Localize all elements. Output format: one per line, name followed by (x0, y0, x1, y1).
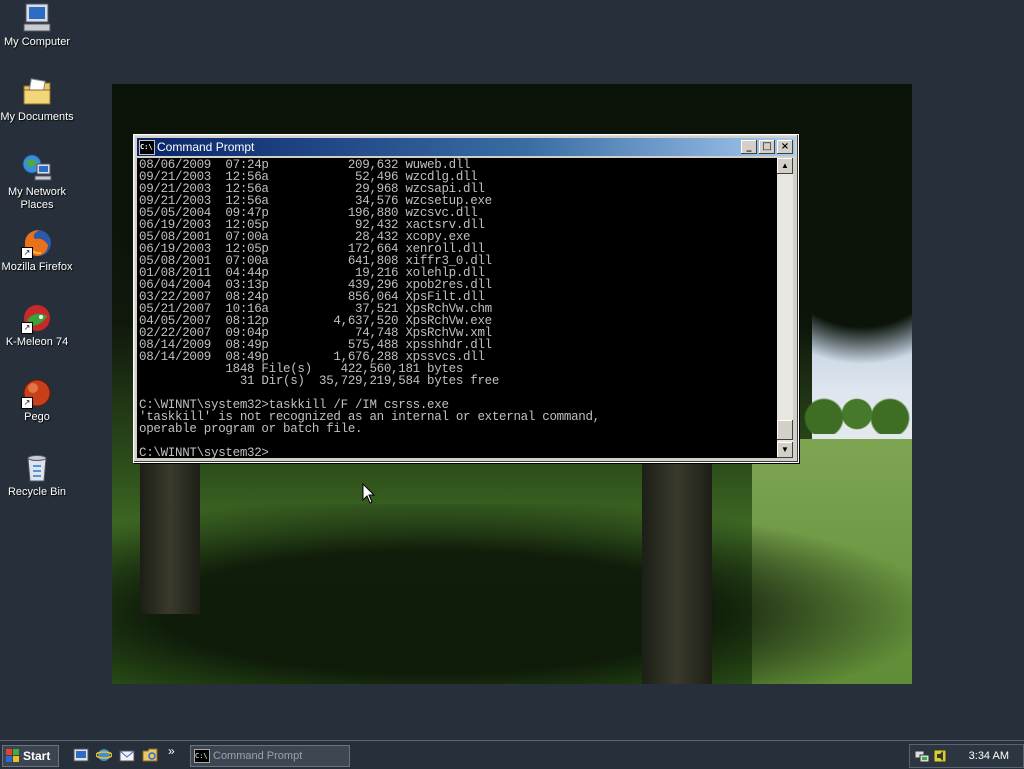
desktop-icon-network-places[interactable]: My Network Places (0, 152, 74, 212)
quick-launch-chevron-icon[interactable]: » (168, 744, 175, 758)
mouse-cursor-icon (362, 483, 376, 504)
window-titlebar[interactable]: C:\ Command Prompt _ □ × (137, 138, 795, 156)
command-prompt-window[interactable]: C:\ Command Prompt _ □ × 08/06/2009 07:2… (133, 134, 799, 463)
explorer-icon[interactable] (142, 747, 158, 763)
desktop-icon-firefox[interactable]: ↗ Mozilla Firefox (0, 227, 74, 274)
cmd-icon: C:\ (194, 749, 210, 763)
my-documents-icon (21, 77, 53, 109)
volume-tray-icon[interactable] (932, 748, 948, 764)
desktop-icon-pego[interactable]: ↗ Pego (0, 377, 74, 424)
shortcut-arrow-icon: ↗ (21, 397, 33, 409)
shortcut-arrow-icon: ↗ (21, 322, 33, 334)
console-text: 08/06/2009 07:24p 209,632 wuweb.dll 09/2… (139, 158, 600, 458)
ie-icon[interactable] (96, 747, 112, 763)
pego-icon: ↗ (21, 377, 53, 409)
cmd-icon[interactable]: C:\ (139, 140, 155, 155)
clock[interactable]: 3:34 AM (969, 745, 1009, 767)
scroll-up-button[interactable]: ▲ (777, 158, 793, 174)
taskbar-button-command-prompt[interactable]: C:\ Command Prompt (190, 745, 350, 767)
maximize-button[interactable]: □ (759, 140, 775, 154)
desktop-icon-recycle-bin[interactable]: Recycle Bin (0, 452, 74, 499)
desktop-icon-my-documents[interactable]: My Documents (0, 77, 74, 124)
my-computer-icon (21, 2, 53, 34)
vertical-scrollbar[interactable]: ▲ ▼ (777, 158, 793, 458)
window-title: Command Prompt (157, 140, 255, 154)
k-meleon-icon: ↗ (21, 302, 53, 334)
recycle-bin-icon (21, 452, 53, 484)
desktop-icon-my-computer[interactable]: My Computer (0, 2, 74, 49)
console-output[interactable]: 08/06/2009 07:24p 209,632 wuweb.dll 09/2… (137, 158, 777, 458)
desktop-icon-k-meleon[interactable]: ↗ K-Meleon 74 (0, 302, 74, 349)
windows-flag-icon (6, 749, 19, 762)
close-button[interactable]: × (777, 140, 793, 154)
minimize-button[interactable]: _ (741, 140, 757, 154)
desktop: My Computer My Documents My Network Plac… (0, 0, 1024, 740)
outlook-express-icon[interactable] (119, 747, 135, 763)
start-button[interactable]: Start (2, 745, 59, 767)
firefox-icon: ↗ (21, 227, 53, 259)
network-tray-icon[interactable] (914, 748, 930, 764)
scroll-thumb[interactable] (777, 420, 793, 440)
system-tray: 3:34 AM (909, 744, 1024, 768)
shortcut-arrow-icon: ↗ (21, 247, 33, 259)
taskbar: Start » C:\ Command Prompt 3:34 AM (0, 740, 1024, 769)
network-places-icon (21, 152, 53, 184)
scroll-down-button[interactable]: ▼ (777, 442, 793, 458)
show-desktop-icon[interactable] (73, 747, 89, 763)
